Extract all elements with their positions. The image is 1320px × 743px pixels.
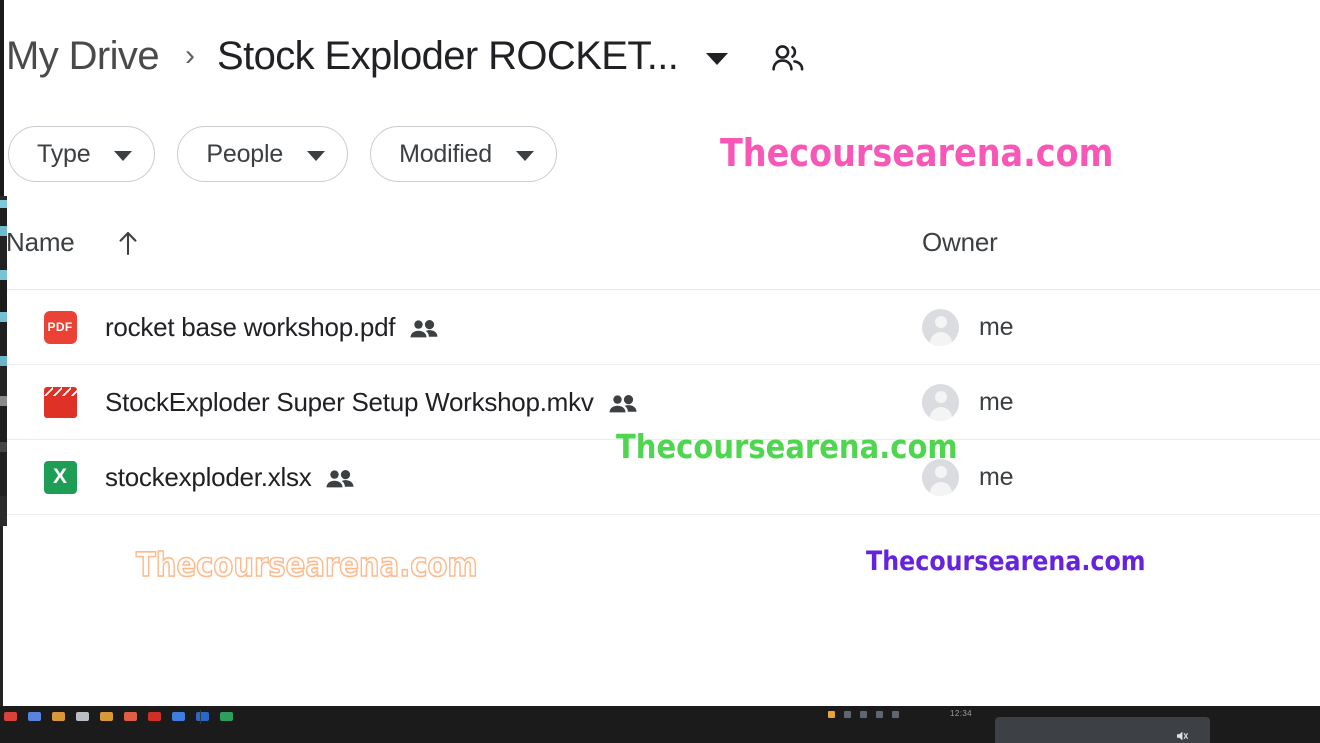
taskbar-icon[interactable] [148,712,161,721]
taskbar-icon[interactable] [220,712,233,721]
taskbar-clock[interactable]: 12:34 [950,709,972,718]
tray-icon[interactable] [844,711,851,718]
taskbar-icon[interactable] [124,712,137,721]
filter-chip-people[interactable]: People [177,126,349,182]
file-name-label: rocket base workshop.pdf [105,311,396,342]
owner-name-label: me [979,462,1014,491]
row-name-cell: StockExploder Super Setup Workshop.mkv [6,384,922,420]
spreadsheet-file-icon-label: X [43,460,77,494]
video-file-icon-shape [43,386,77,418]
tray-icon[interactable] [828,711,835,718]
filter-chip-modified[interactable]: Modified [370,126,557,182]
spreadsheet-file-icon: X [42,459,78,495]
taskbar-icon[interactable] [196,712,209,721]
default-avatar-icon [922,308,959,346]
table-row[interactable]: X stockexploder.xlsx me [0,440,1320,515]
filter-chip-type-label: Type [37,139,91,168]
column-header-name-label: Name [6,227,75,257]
video-file-icon [42,384,78,420]
table-header-row: Name Owner [0,196,1320,290]
shared-people-icon[interactable] [772,45,806,71]
taskbar-icon[interactable] [4,712,17,721]
breadcrumb-separator: › [184,39,195,72]
row-name-cell: PDF rocket base workshop.pdf [6,309,922,345]
default-avatar-icon [922,458,959,496]
filter-chip-type[interactable]: Type [8,126,156,182]
watermark-orange: Thecoursearena.com [135,544,478,585]
shared-people-icon [409,319,439,339]
breadcrumb-header: My Drive › Stock Exploder ROCKET... [0,0,1320,112]
watermark-purple: Thecoursearena.com [866,546,1146,577]
taskbar-icon[interactable] [76,712,89,721]
taskbar-icon[interactable] [28,712,41,721]
tray-icon[interactable] [876,711,883,718]
owner-name-label: me [979,387,1014,416]
pdf-file-icon: PDF [42,309,78,345]
taskbar-icon[interactable] [100,712,113,721]
pdf-file-icon-label: PDF [43,310,77,344]
table-row[interactable]: StockExploder Super Setup Workshop.mkv m… [0,365,1320,440]
column-header-name[interactable]: Name [6,227,922,258]
taskbar-divider [200,710,201,724]
chevron-down-icon [307,150,326,161]
breadcrumb-current-folder[interactable]: Stock Exploder ROCKET... [217,34,679,79]
filter-chip-modified-label: Modified [399,139,492,168]
column-header-owner[interactable]: Owner [922,227,998,258]
filter-chip-bar: Type People Modified [0,112,1320,196]
shared-people-icon [325,469,355,489]
file-name-label: StockExploder Super Setup Workshop.mkv [105,386,594,417]
row-name-cell: X stockexploder.xlsx [6,459,922,495]
left-edge-strip [0,196,7,526]
arrow-up-icon[interactable] [117,230,139,256]
row-owner-cell: me [922,458,1014,496]
os-taskbar: 12:34 [0,706,1320,743]
file-list-table: Name Owner PDF rocket base workshop.pdf [0,196,1320,515]
file-name-label: stockexploder.xlsx [105,461,312,492]
shared-people-icon [608,394,638,414]
volume-mute-icon[interactable] [1175,729,1189,743]
breadcrumb-root-link[interactable]: My Drive [6,34,160,79]
left-edge-strip-top [0,0,5,196]
tray-icon[interactable] [860,711,867,718]
chevron-down-icon [515,150,534,161]
taskbar-icon-group[interactable] [4,712,233,721]
chevron-down-icon [114,150,133,161]
filter-chip-people-label: People [206,139,284,168]
table-row[interactable]: PDF rocket base workshop.pdf me [0,290,1320,365]
taskbar-icon[interactable] [172,712,185,721]
chevron-down-icon[interactable] [706,53,729,65]
tray-icon[interactable] [892,711,899,718]
row-owner-cell: me [922,308,1014,346]
row-owner-cell: me [922,383,1014,421]
owner-name-label: me [979,312,1014,341]
taskbar-icon[interactable] [52,712,65,721]
left-edge-strip-bottom [0,526,5,706]
default-avatar-icon [922,383,959,421]
taskbar-system-tray[interactable] [828,711,899,718]
google-drive-folder-view: My Drive › Stock Exploder ROCKET... Type… [0,0,1320,743]
